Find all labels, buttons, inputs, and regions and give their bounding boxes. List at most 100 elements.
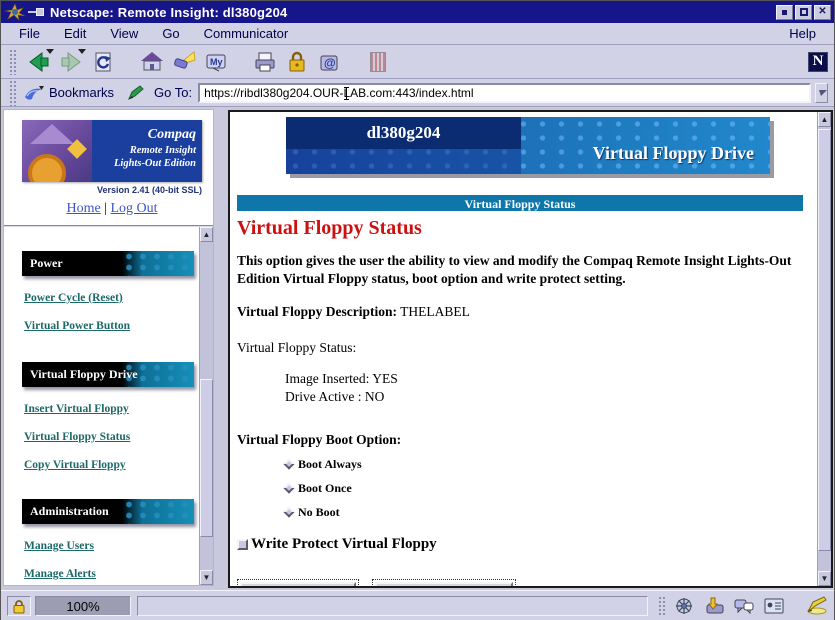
composer-component-button[interactable] — [804, 595, 828, 617]
floppy-description-value: THELABEL — [400, 304, 470, 319]
sidebar-link-virtual-power-button[interactable]: Virtual Power Button — [24, 320, 193, 332]
goto-label: Go To: — [154, 85, 192, 100]
menu-communicator[interactable]: Communicator — [192, 24, 301, 43]
menu-edit[interactable]: Edit — [52, 24, 98, 43]
menu-help[interactable]: Help — [777, 24, 828, 43]
scroll-down-icon[interactable]: ▼ — [818, 571, 831, 586]
banner-server-name: dl380g204 — [367, 123, 441, 143]
url-history-dropdown[interactable] — [815, 83, 828, 103]
sidebar-link-power-cycle[interactable]: Power Cycle (Reset) — [24, 292, 193, 304]
window-title: Netscape: Remote Insight: dl380g204 — [50, 5, 287, 20]
page-heading: Virtual Floppy Status — [237, 217, 817, 240]
banner-page-title: Virtual Floppy Drive — [593, 143, 754, 164]
address-book-component-button[interactable] — [762, 595, 786, 617]
netscape-logo[interactable]: N — [808, 52, 828, 72]
location-grip[interactable] — [9, 80, 17, 106]
discussions-icon — [733, 596, 755, 616]
progress-indicator: 100% — [35, 596, 131, 616]
brand-line1: Compaq — [92, 126, 196, 144]
window-pin-icon — [28, 6, 44, 18]
brand-line3: Lights-Out Edition — [92, 157, 196, 170]
sidebar-scroll-thumb[interactable] — [200, 379, 213, 537]
menu-go[interactable]: Go — [150, 24, 191, 43]
sidebar-link-manage-alerts[interactable]: Manage Alerts — [24, 568, 193, 580]
url-input[interactable]: https://ribdl380g204.OUR-LAB.com:443/ind… — [198, 83, 811, 103]
navigator-icon — [674, 596, 694, 616]
floppy-description-label: Virtual Floppy Description: — [237, 304, 397, 319]
shop-button[interactable]: @ — [314, 48, 344, 76]
forward-button[interactable] — [56, 48, 86, 76]
sidebar-link-insert-virtual-floppy[interactable]: Insert Virtual Floppy — [24, 403, 193, 415]
home-button[interactable] — [137, 48, 167, 76]
window-menu-icon[interactable] — [4, 3, 26, 21]
close-button[interactable]: ✕ — [814, 5, 831, 20]
bookmarks-label: Bookmarks — [49, 85, 114, 100]
radio-icon — [283, 458, 294, 469]
sidebar-scrollbar[interactable]: ▲ ▼ — [199, 227, 213, 585]
security-button[interactable] — [282, 48, 312, 76]
main-scroll-thumb[interactable] — [818, 129, 831, 551]
navigation-toolbar: My @ N — [1, 45, 834, 79]
scroll-up-icon[interactable]: ▲ — [818, 112, 831, 127]
security-indicator[interactable] — [7, 596, 31, 616]
main-scrollbar[interactable]: ▲ ▼ — [817, 112, 831, 586]
menu-view[interactable]: View — [98, 24, 150, 43]
address-book-icon — [763, 596, 785, 616]
brand-line2: Remote Insight — [92, 144, 196, 157]
home-icon — [140, 50, 164, 74]
back-button[interactable] — [24, 48, 54, 76]
status-lock-icon — [12, 599, 26, 614]
maximize-button[interactable] — [795, 5, 812, 20]
submit-changes-button[interactable]: Submit Changes — [240, 582, 356, 586]
status-message-field — [137, 596, 648, 616]
page-banner: dl380g204 Virtual Floppy Drive — [286, 117, 770, 174]
floppy-status-label: Virtual Floppy Status: — [237, 340, 817, 356]
svg-text:My: My — [210, 57, 223, 67]
page-proxy-pen-icon[interactable] — [126, 84, 144, 102]
minimize-button[interactable] — [776, 5, 793, 20]
section-header-virtual-floppy: Virtual Floppy Drive — [22, 362, 194, 387]
navigator-component-button[interactable] — [672, 595, 696, 617]
stop-button[interactable] — [363, 48, 393, 76]
image-inserted-status: Image Inserted: YES — [285, 370, 817, 388]
text-caret — [346, 87, 347, 100]
section-title: Virtual Floppy Status — [465, 197, 576, 211]
version-label: Version 2.41 (40-bit SSL) — [22, 185, 202, 195]
compaq-logo-art-icon — [22, 120, 92, 182]
drive-active-status: Drive Active : NO — [285, 388, 817, 406]
sidebar-link-virtual-floppy-status[interactable]: Virtual Floppy Status — [24, 431, 193, 443]
reload-button[interactable] — [88, 48, 118, 76]
print-icon — [253, 50, 277, 74]
discussions-component-button[interactable] — [732, 595, 756, 617]
my-netscape-button[interactable]: My — [201, 48, 231, 76]
home-link[interactable]: Home — [66, 201, 100, 216]
radio-boot-once[interactable]: Boot Once — [285, 481, 817, 496]
radio-boot-always[interactable]: Boot Always — [285, 457, 817, 472]
scroll-down-icon[interactable]: ▼ — [200, 570, 213, 585]
radio-icon — [283, 482, 294, 493]
toolbar-grip[interactable] — [9, 49, 17, 75]
boot-option-label: Virtual Floppy Boot Option: — [237, 432, 817, 448]
component-bar-grip[interactable] — [658, 596, 666, 616]
main-frame: dl380g204 Virtual Floppy Drive Virtual F… — [228, 110, 833, 588]
bookmarks-button[interactable]: Bookmarks — [23, 84, 120, 102]
mailbox-component-button[interactable] — [702, 595, 726, 617]
logout-link[interactable]: Log Out — [110, 201, 157, 216]
radio-no-boot[interactable]: No Boot — [285, 505, 817, 520]
sidebar-link-copy-virtual-floppy[interactable]: Copy Virtual Floppy — [24, 459, 193, 471]
reload-icon — [91, 50, 115, 74]
back-dropdown-icon — [46, 49, 54, 54]
scroll-up-icon[interactable]: ▲ — [200, 227, 213, 242]
menu-bar: File Edit View Go Communicator Help — [1, 23, 834, 45]
write-protect-checkbox[interactable]: Write Protect Virtual Floppy — [237, 536, 817, 553]
shop-icon: @ — [317, 50, 341, 74]
menu-file[interactable]: File — [7, 24, 52, 43]
print-button[interactable] — [250, 48, 280, 76]
sidebar-link-manage-users[interactable]: Manage Users — [24, 540, 193, 552]
section-title-bar: Virtual Floppy Status — [237, 195, 803, 211]
browser-window: Netscape: Remote Insight: dl380g204 ✕ Fi… — [0, 0, 835, 620]
eject-virtual-floppy-button[interactable]: Eject Virtual Floppy — [375, 582, 513, 586]
search-button[interactable] — [169, 48, 199, 76]
radio-icon — [283, 506, 294, 517]
section-header-administration: Administration — [22, 499, 194, 524]
